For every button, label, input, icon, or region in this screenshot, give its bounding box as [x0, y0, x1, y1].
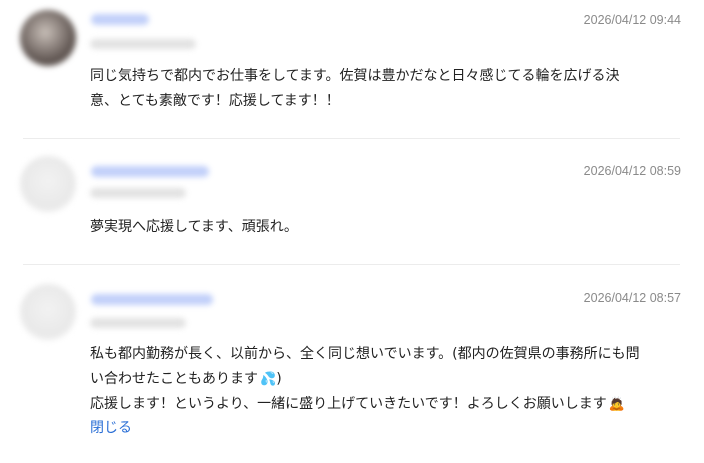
- comment-text: 同じ気持ちで都内でお仕事をしてます。佐賀は豊かだなと日々感じてる輪を広げる決 意…: [90, 68, 620, 109]
- user-subtitle: [90, 318, 186, 328]
- comment-timestamp: 2026/04/12 08:57: [583, 291, 681, 305]
- comment-text-part: 私も都内勤務が長く、以前から、全く同じ想いでいます。(都内の佐賀県の事務所にも問…: [90, 346, 640, 387]
- comment-text: 私も都内勤務が長く、以前から、全く同じ想いでいます。(都内の佐賀県の事務所にも問…: [90, 342, 680, 417]
- user-subtitle: [90, 188, 186, 198]
- collapse-link[interactable]: 閉じる: [90, 417, 132, 437]
- user-subtitle: [90, 39, 196, 49]
- username[interactable]: [91, 294, 213, 305]
- bowing-person-icon: 🙇: [608, 397, 625, 412]
- username[interactable]: [91, 166, 209, 177]
- avatar[interactable]: [20, 156, 76, 212]
- divider: [23, 138, 680, 139]
- comment-timestamp: 2026/04/12 08:59: [583, 164, 681, 178]
- divider: [23, 264, 680, 265]
- sweat-droplets-icon: 💦: [260, 372, 277, 387]
- avatar[interactable]: [20, 10, 76, 66]
- comment-timestamp: 2026/04/12 09:44: [583, 13, 681, 27]
- comment-text: 夢実現へ応援してます、頑張れ。: [90, 219, 298, 235]
- avatar[interactable]: [20, 284, 76, 340]
- username[interactable]: [91, 14, 149, 25]
